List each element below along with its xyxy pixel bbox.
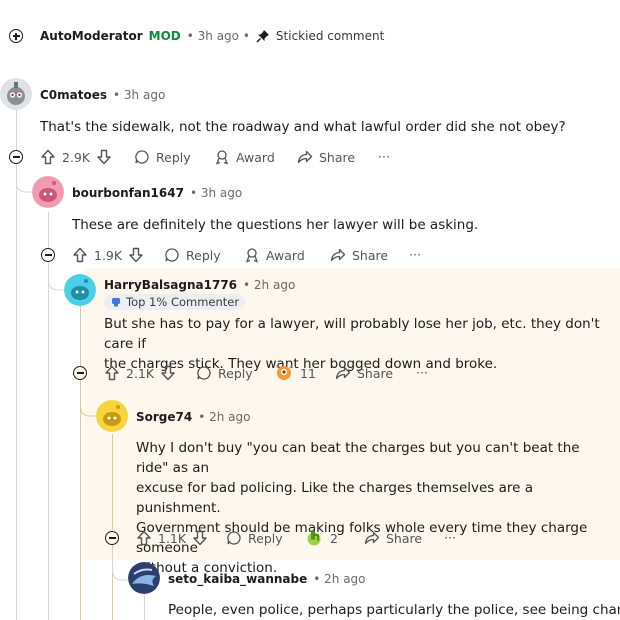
reply-button[interactable]: Reply xyxy=(164,247,221,263)
comment-time: • 2h ago xyxy=(243,278,296,292)
comment-author[interactable]: Sorge74 xyxy=(136,410,192,424)
share-icon xyxy=(330,248,346,262)
collapse-thread-button[interactable] xyxy=(105,531,119,545)
avatar[interactable] xyxy=(32,176,64,208)
award-label: Award xyxy=(266,247,305,263)
comment-bubble-icon xyxy=(135,150,149,164)
downvote-icon[interactable] xyxy=(96,149,112,165)
award-icon xyxy=(215,150,229,165)
comment-body: These are definitely the questions her l… xyxy=(72,217,479,233)
downvote-icon[interactable] xyxy=(160,365,176,381)
share-button[interactable]: Share xyxy=(297,149,355,165)
share-button[interactable]: Share xyxy=(330,247,388,263)
thread-line xyxy=(144,592,145,620)
robot-avatar-icon xyxy=(0,78,32,110)
share-label: Share xyxy=(319,149,356,165)
more-options-button[interactable]: ··· xyxy=(416,365,428,380)
comment-bubble-icon xyxy=(197,366,211,380)
vote-count: 2.1K xyxy=(126,365,155,381)
vote-count: 1.9K xyxy=(94,247,123,263)
award-button[interactable]: 2 xyxy=(304,528,338,548)
avatar[interactable] xyxy=(96,400,128,432)
hot-award-icon xyxy=(275,365,293,380)
comment-time: • 3h ago xyxy=(189,186,243,200)
vote-count: 1.1K xyxy=(158,530,187,546)
share-label: Share xyxy=(357,365,394,381)
award-button[interactable]: Award xyxy=(244,247,305,263)
mod-badge: MOD xyxy=(148,29,181,43)
comment-bubble-icon xyxy=(227,531,241,545)
reply-label: Reply xyxy=(248,530,283,546)
reply-button[interactable]: Reply xyxy=(134,149,191,165)
award-label: Award xyxy=(236,149,275,165)
reply-button[interactable]: Reply xyxy=(196,365,253,381)
more-options-button[interactable]: ··· xyxy=(409,247,421,262)
award-button[interactable]: 11 xyxy=(274,363,316,383)
award-count: 2 xyxy=(330,530,338,546)
user-photo-avatar-icon xyxy=(128,562,160,594)
collapse-thread-button[interactable] xyxy=(41,248,55,262)
snoo-avatar-icon xyxy=(96,400,128,432)
share-button[interactable]: Share xyxy=(335,365,393,381)
upvote-icon[interactable] xyxy=(40,149,56,165)
more-options-button[interactable]: ··· xyxy=(378,149,390,164)
comment-body: People, even police, perhaps particularl… xyxy=(168,602,620,618)
comment-time: • 2h ago xyxy=(198,410,251,424)
automoderator-author[interactable]: AutoModerator xyxy=(40,29,143,43)
share-label: Share xyxy=(386,530,423,546)
share-icon xyxy=(335,366,351,380)
comment-time: • 3h ago xyxy=(113,88,166,102)
share-label: Share xyxy=(352,247,389,263)
collapse-thread-button[interactable] xyxy=(9,150,23,164)
collapse-thread-button[interactable] xyxy=(73,366,87,380)
avatar[interactable] xyxy=(0,78,32,110)
comment-author[interactable]: seto_kaiba_wannabe xyxy=(168,572,307,586)
automoderator-time: • 3h ago • xyxy=(186,29,250,43)
share-icon xyxy=(364,531,380,545)
trophy-icon xyxy=(112,298,120,307)
vote-group: 2.1K xyxy=(104,365,176,381)
comment-body: That's the sidewalk, not the roadway and… xyxy=(40,119,566,135)
award-count: 11 xyxy=(300,365,316,381)
user-flair: Top 1% Commenter xyxy=(104,294,246,310)
comment-author[interactable]: C0matoes xyxy=(40,88,107,102)
reply-label: Reply xyxy=(186,247,221,263)
comment-line: But she has to pay for a lawyer, will pr… xyxy=(104,316,600,352)
award-icon xyxy=(245,248,259,263)
comment-line: Why I don't buy "you can beat the charge… xyxy=(136,440,580,476)
comment-body: Why I don't buy "you can beat the charge… xyxy=(136,438,616,578)
thread-line xyxy=(80,300,81,620)
vote-group: 1.1K xyxy=(136,530,208,546)
expand-comment-button[interactable] xyxy=(9,29,23,43)
avatar[interactable] xyxy=(64,274,96,306)
share-icon xyxy=(297,150,313,164)
vote-group: 2.9K xyxy=(40,149,112,165)
comment-author[interactable]: bourbonfan1647 xyxy=(72,186,184,200)
avatar[interactable] xyxy=(128,562,160,594)
share-button[interactable]: Share xyxy=(364,530,422,546)
award-button[interactable]: Award xyxy=(214,149,275,165)
thread-line xyxy=(112,434,113,620)
comment-time: • 2h ago xyxy=(313,572,366,586)
helpful-award-icon xyxy=(307,529,321,546)
comment-line: excuse for bad policing. Like the charge… xyxy=(136,480,534,516)
reply-label: Reply xyxy=(218,365,253,381)
vote-count: 2.9K xyxy=(62,149,91,165)
snoo-avatar-icon xyxy=(64,274,96,306)
comment-bubble-icon xyxy=(165,248,179,262)
upvote-icon[interactable] xyxy=(72,247,88,263)
upvote-icon[interactable] xyxy=(136,530,152,546)
downvote-icon[interactable] xyxy=(128,247,144,263)
reply-label: Reply xyxy=(156,149,191,165)
vote-group: 1.9K xyxy=(72,247,144,263)
more-options-button[interactable]: ··· xyxy=(444,530,456,545)
downvote-icon[interactable] xyxy=(192,530,208,546)
pin-icon xyxy=(256,30,269,43)
comment-author[interactable]: HarryBalsagna1776 xyxy=(104,278,237,292)
stickied-label: Stickied comment xyxy=(275,29,385,43)
upvote-icon[interactable] xyxy=(104,365,120,381)
snoo-avatar-icon xyxy=(32,176,64,208)
reply-button[interactable]: Reply xyxy=(226,530,283,546)
